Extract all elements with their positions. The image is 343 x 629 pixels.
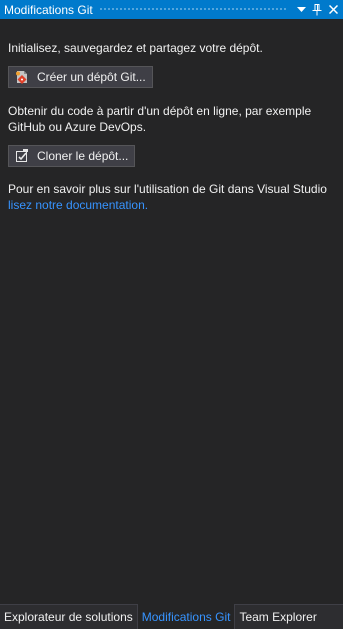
tab-solution-explorer[interactable]: Explorateur de solutions [0, 605, 138, 629]
documentation-paragraph: lisez notre documentation. [8, 197, 338, 213]
tab-label: Explorateur de solutions [4, 610, 133, 624]
tab-label: Team Explorer [239, 610, 317, 624]
bottom-tab-bar: Explorateur de solutions Modifications G… [0, 604, 343, 629]
clone-repo-button[interactable]: Cloner le dépôt... [8, 145, 136, 167]
create-git-repo-label: Créer un dépôt Git... [37, 70, 146, 84]
window-title: Modifications Git [4, 2, 93, 17]
close-icon[interactable] [326, 2, 340, 17]
tab-git-changes[interactable]: Modifications Git [137, 604, 236, 629]
git-changes-panel: Modifications Git Initialisez, sauvegard… [0, 0, 343, 629]
clone-icon [14, 148, 30, 164]
git-repo-icon [14, 69, 30, 85]
git-changes-content: Initialisez, sauvegardez et partagez vot… [8, 40, 338, 213]
pin-icon[interactable] [310, 2, 324, 17]
tab-team-explorer[interactable]: Team Explorer [235, 605, 320, 629]
tab-label: Modifications Git [141, 609, 231, 624]
intro-text: Initialisez, sauvegardez et partagez vot… [8, 41, 263, 55]
titlebar-buttons [294, 2, 343, 17]
dropdown-arrow-icon[interactable] [294, 2, 308, 17]
documentation-text: Pour en savoir plus sur l'utilisation de… [8, 182, 327, 196]
tool-window-titlebar[interactable]: Modifications Git [0, 0, 343, 19]
create-git-repo-button[interactable]: Créer un dépôt Git... [8, 66, 153, 88]
clone-repo-label: Cloner le dépôt... [37, 149, 129, 163]
clone-description: Obtenir du code à partir d'un dépôt en l… [8, 104, 312, 134]
titlebar-grip[interactable] [98, 7, 288, 12]
documentation-link[interactable]: lisez notre documentation. [8, 198, 148, 212]
